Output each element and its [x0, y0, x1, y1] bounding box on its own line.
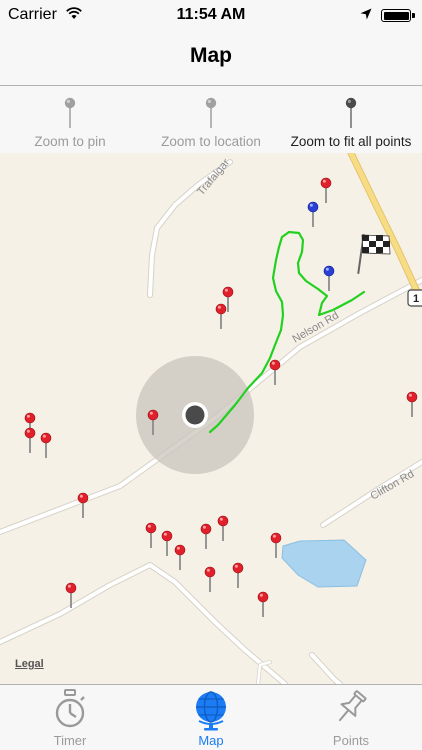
tab-timer[interactable]: Timer — [0, 685, 140, 750]
red-pin[interactable] — [217, 515, 229, 542]
red-pin[interactable] — [257, 591, 269, 618]
red-pin[interactable] — [320, 177, 332, 204]
zoom-to-location-label: Zoom to location — [161, 134, 261, 149]
pushpin-icon — [338, 690, 367, 722]
red-pin[interactable] — [24, 427, 36, 454]
map-view[interactable]: Trafalgar Nelson Rd Clifton Rd 1 Legal — [0, 153, 422, 684]
location-arrow-icon — [360, 8, 372, 20]
red-pin[interactable] — [204, 566, 216, 593]
stopwatch-icon — [55, 689, 85, 728]
tab-points[interactable]: Points — [281, 685, 421, 750]
map-toolbar: Zoom to pin Zoom to location Zoom to fit… — [0, 87, 422, 153]
red-pin[interactable] — [161, 530, 173, 557]
page-title: Map — [190, 44, 232, 67]
tab-points-label: Points — [332, 733, 370, 748]
red-pin[interactable] — [174, 544, 186, 571]
red-pin[interactable] — [215, 303, 227, 330]
current-location-dot — [182, 402, 208, 428]
globe-icon — [196, 691, 226, 731]
legal-link[interactable]: Legal — [15, 658, 44, 670]
zoom-to-fit-all-points-label: Zoom to fit all points — [290, 134, 412, 149]
red-pin[interactable] — [406, 391, 418, 418]
red-pin[interactable] — [270, 532, 282, 559]
tab-bar: Timer Map Points — [0, 684, 422, 750]
road-label-clifton: Clifton Rd — [369, 468, 417, 503]
highway-shield-number: 1 — [413, 293, 419, 305]
red-pin[interactable] — [77, 492, 89, 519]
red-pin[interactable] — [200, 523, 212, 550]
tab-map[interactable]: Map — [141, 685, 281, 750]
blue-pin[interactable] — [323, 265, 335, 292]
tab-timer-label: Timer — [53, 733, 87, 748]
red-pin[interactable] — [145, 522, 157, 549]
pin-icon — [345, 97, 357, 128]
zoom-to-pin-button[interactable]: Zoom to pin — [0, 87, 140, 153]
status-time: 11:54 AM — [176, 6, 246, 23]
finish-flag-icon[interactable] — [357, 234, 391, 274]
zoom-to-pin-label: Zoom to pin — [34, 134, 106, 149]
pin-icon — [205, 97, 217, 128]
battery-icon — [381, 9, 411, 22]
red-pin[interactable] — [232, 562, 244, 589]
pin-icon — [64, 97, 76, 128]
map-canvas: Trafalgar Nelson Rd Clifton Rd 1 — [0, 153, 422, 684]
zoom-to-location-button[interactable]: Zoom to location — [141, 87, 281, 153]
navigation-bar: Map — [0, 30, 422, 86]
zoom-to-fit-all-points-button[interactable]: Zoom to fit all points — [281, 87, 421, 153]
road-label-trafalgar: Trafalgar — [195, 157, 232, 198]
tab-map-label: Map — [198, 733, 224, 748]
highway-shield: 1 — [407, 289, 422, 307]
blue-pin[interactable] — [307, 201, 319, 228]
status-bar: Carrier 11:54 AM — [0, 0, 422, 30]
red-pin[interactable] — [40, 432, 52, 459]
